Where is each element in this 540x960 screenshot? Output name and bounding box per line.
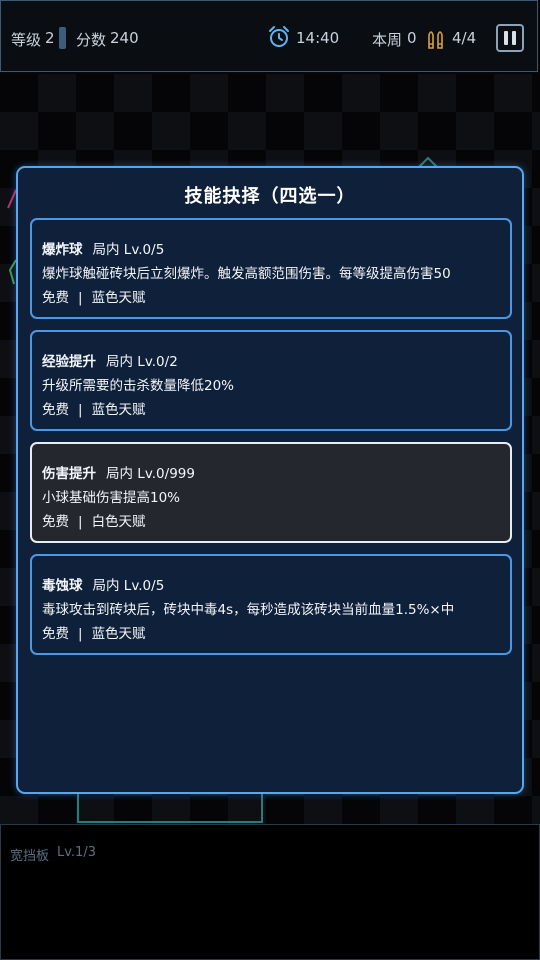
- skill-cost: 免费: [42, 290, 69, 306]
- level-progress-bar: [59, 27, 66, 49]
- skill-cost: 免费: [42, 402, 69, 418]
- week-label: 本周: [372, 31, 403, 49]
- skill-name: 爆炸球: [42, 242, 83, 258]
- skill-level: Lv.0/2: [137, 354, 178, 370]
- score-label: 分数: [76, 31, 107, 49]
- bullets-icon: [428, 31, 443, 49]
- bottom-panel: 宽挡板 Lv.1/3: [0, 824, 540, 960]
- pause-icon: [504, 31, 508, 45]
- paddle-name: 宽挡板: [10, 849, 50, 864]
- skill-card-damage-boost[interactable]: 伤害提升 局内 Lv.0/999 小球基础伤害提高10% 免费 | 白色天赋: [30, 442, 512, 543]
- score-value: 240: [110, 29, 139, 47]
- skill-description: 小球基础伤害提高10%: [42, 490, 181, 506]
- skill-card-poison-ball[interactable]: 毒蚀球 局内 Lv.0/5 毒球攻击到砖块后，砖块中毒4s，每秒造成该砖块当前血量…: [30, 554, 512, 655]
- skill-level: Lv.0/5: [123, 578, 165, 594]
- level-label: 等级: [11, 31, 42, 49]
- skill-name: 经验提升: [42, 354, 96, 370]
- skill-rarity: 蓝色天赋: [91, 402, 146, 418]
- skill-rarity: 白色天赋: [91, 514, 146, 530]
- skill-card-explosive-ball[interactable]: 爆炸球 局内 Lv.0/5 爆炸球触碰砖块后立刻爆炸。触发高额范围伤害。每等级提高…: [30, 218, 512, 319]
- skill-cost: 免费: [42, 626, 69, 642]
- skill-scope: 局内: [106, 466, 133, 482]
- skill-rarity: 蓝色天赋: [91, 626, 146, 642]
- modal-title: 技能抉择（四选一）: [184, 186, 356, 207]
- week-value: 0: [407, 29, 417, 47]
- skill-level: Lv.0/999: [137, 466, 195, 482]
- skill-choice-modal: 技能抉择（四选一） 爆炸球 局内 Lv.0/5 爆炸球触碰砖块后立刻爆炸。触发高额…: [16, 166, 524, 794]
- skill-description: 爆炸球触碰砖块后立刻爆炸。触发高额范围伤害。每等级提高伤害50: [42, 266, 451, 282]
- timer-text: 14:40: [296, 29, 340, 47]
- pause-button[interactable]: [496, 24, 524, 52]
- alarm-clock-icon: [269, 26, 289, 47]
- ammo-count: 4/4: [452, 29, 477, 47]
- skill-cost: 免费: [42, 514, 69, 530]
- level-value: 2: [45, 29, 55, 47]
- top-hud: 等级 2 分数 240 14:40 本周 0 4/4: [0, 0, 538, 72]
- skill-description: 毒球攻击到砖块后，砖块中毒4s，每秒造成该砖块当前血量1.5%×中: [42, 602, 455, 618]
- skill-rarity: 蓝色天赋: [91, 290, 146, 306]
- skill-description: 升级所需要的击杀数量降低20%: [42, 378, 235, 394]
- skill-name: 毒蚀球: [42, 578, 83, 594]
- skill-scope: 局内: [92, 242, 120, 258]
- skill-name: 伤害提升: [42, 466, 96, 482]
- skill-level: Lv.0/5: [123, 242, 165, 258]
- skill-scope: 局内: [92, 578, 120, 594]
- skill-card-exp-boost[interactable]: 经验提升 局内 Lv.0/2 升级所需要的击杀数量降低20% 免费 | 蓝色天赋: [30, 330, 512, 431]
- paddle-level: Lv.1/3: [57, 845, 96, 860]
- skill-scope: 局内: [106, 354, 133, 370]
